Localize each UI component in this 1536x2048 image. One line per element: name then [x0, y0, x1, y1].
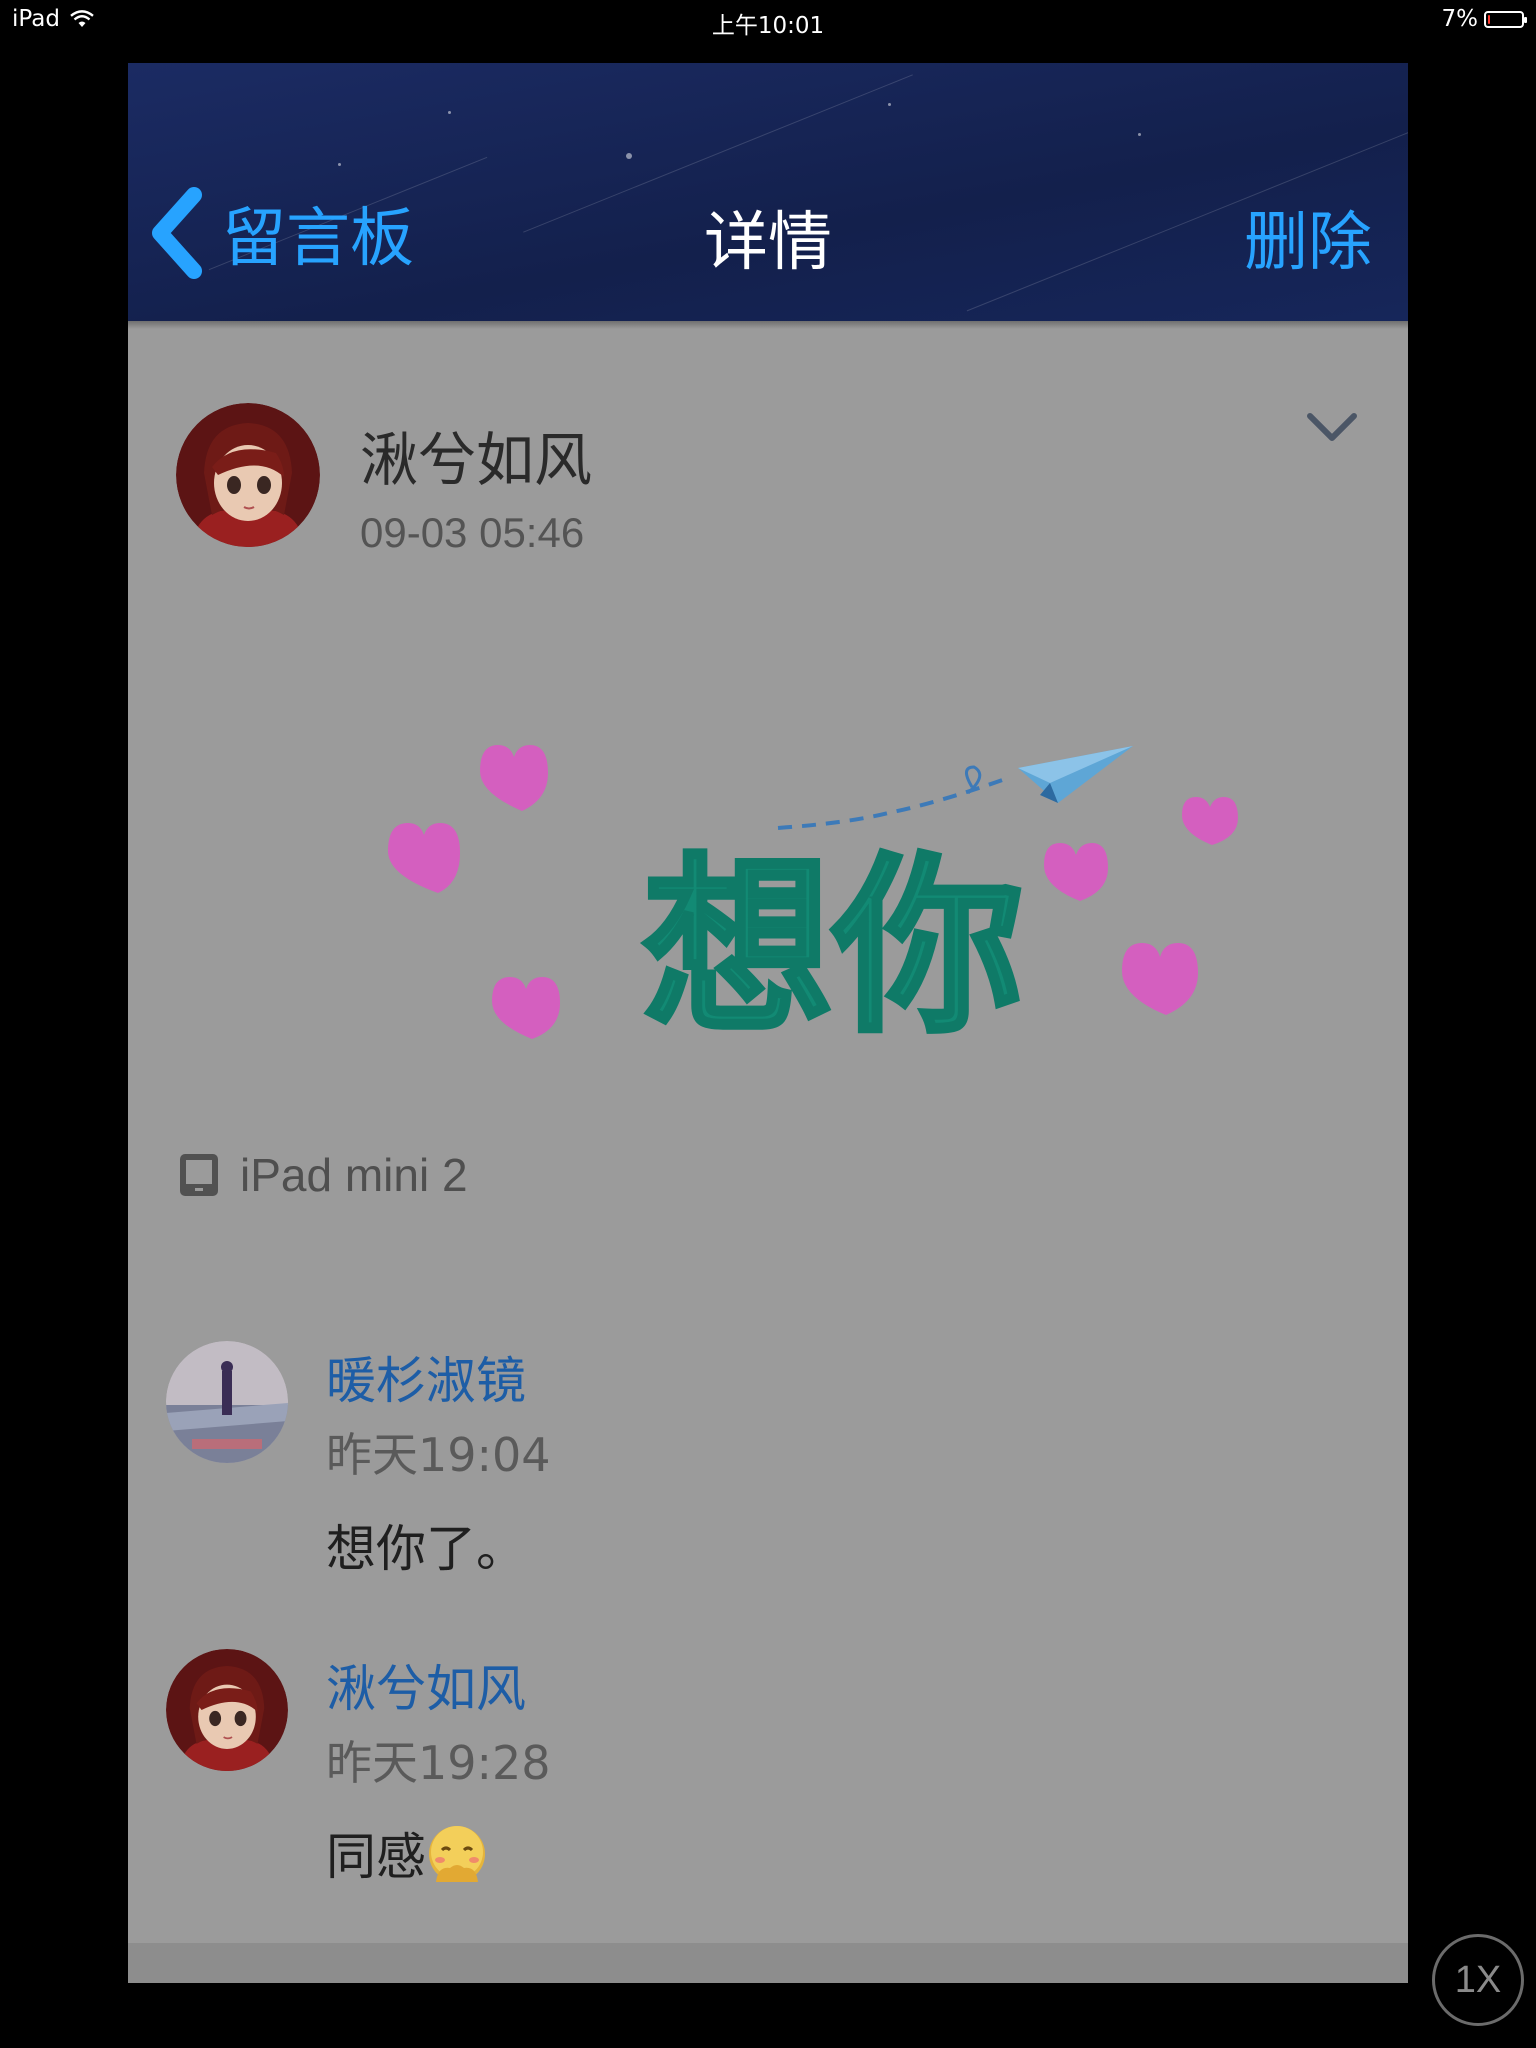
chevron-down-icon[interactable]: [1304, 408, 1360, 448]
post-timestamp: 09-03 05:46: [360, 509, 585, 556]
avatar-image: [166, 1341, 288, 1463]
battery-level-fill: [1488, 14, 1490, 24]
battery-percent: 7%: [1441, 6, 1479, 32]
nav-decor: [888, 103, 891, 106]
comment-avatar[interactable]: [166, 1341, 288, 1463]
nav-decor: [338, 163, 341, 166]
comment-avatar[interactable]: [166, 1649, 288, 1771]
author-avatar[interactable]: [176, 403, 320, 547]
nav-decor: [1138, 133, 1141, 136]
comment-timestamp: 昨天19:28: [326, 1736, 551, 1790]
page-title: 详情: [704, 206, 832, 280]
battery-icon: [1484, 10, 1527, 28]
comment-item: 暖杉淑镜 昨天19:04 想你了。: [166, 1341, 1366, 1581]
shy-face-emoji-icon: [429, 1826, 485, 1882]
bottom-bar: [128, 1943, 1408, 1983]
post-author-name[interactable]: 湫兮如风: [360, 413, 592, 497]
comment-item: 湫兮如风 昨天19:28 同感: [166, 1649, 1366, 1889]
zoom-toggle-button[interactable]: 1X: [1432, 1934, 1524, 2026]
status-right: 7%: [1441, 6, 1527, 32]
comment-author[interactable]: 暖杉淑镜: [326, 1341, 526, 1413]
status-time: 上午10:01: [711, 13, 825, 39]
status-bar: iPad 上午10:01 7%: [0, 0, 1536, 40]
sticker-image: 想你: [388, 745, 1238, 1061]
comment-text-content: 同感: [326, 1828, 426, 1886]
avatar-image: [176, 403, 320, 547]
nav-bar: 留言板 详情 删除: [128, 63, 1408, 321]
app-window: 留言板 详情 删除 湫兮如风 09-03 05:46 想你 iPad mini …: [128, 63, 1408, 1983]
comment-timestamp: 昨天19:04: [326, 1428, 551, 1482]
device-info: iPad mini 2: [178, 1148, 468, 1202]
comment-text: 同感: [326, 1817, 488, 1889]
comment-text: 想你了。: [326, 1509, 526, 1581]
avatar-image: [166, 1649, 288, 1771]
nav-divider: [128, 321, 1408, 329]
nav-decor: [448, 111, 451, 114]
sticker-text: 想你: [643, 837, 1023, 1058]
delete-button[interactable]: 删除: [1244, 191, 1372, 283]
nav-decor: [626, 153, 632, 159]
tablet-icon: [180, 1154, 218, 1196]
comment-author[interactable]: 湫兮如风: [326, 1649, 526, 1721]
comment-text-content: 想你了。: [326, 1520, 526, 1578]
device-label: iPad mini 2: [240, 1149, 468, 1201]
